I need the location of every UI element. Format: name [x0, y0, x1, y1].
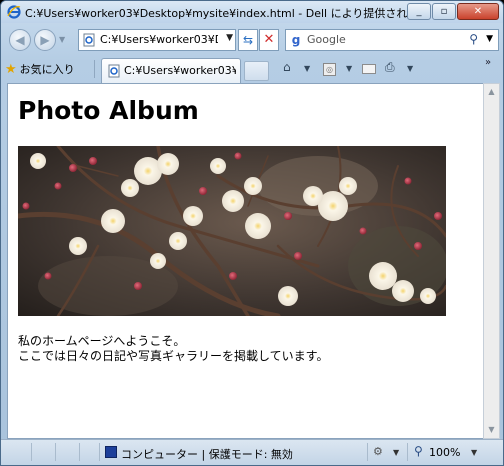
scroll-down-icon[interactable]: ▼: [484, 422, 499, 438]
page-icon: [83, 33, 95, 47]
back-arrow-icon: ◀: [15, 33, 25, 47]
search-options-dropdown[interactable]: ▼: [486, 34, 493, 44]
home-icon[interactable]: ⌂: [283, 60, 291, 74]
title-bar: C:¥Users¥worker03¥Desktop¥mysite¥index.h…: [1, 1, 503, 23]
search-icon[interactable]: ⚲: [469, 32, 478, 46]
zoom-level[interactable]: 100%: [429, 446, 460, 459]
window-controls: _ ▫ ✕: [406, 3, 499, 20]
stop-button[interactable]: ✕: [259, 29, 279, 51]
feeds-icon[interactable]: ◎: [323, 63, 336, 76]
status-divider: [31, 443, 32, 461]
minimize-button[interactable]: _: [407, 3, 431, 20]
status-divider: [79, 443, 80, 461]
status-divider: [367, 443, 368, 461]
tab-bar: ★ お気に入り C:¥Users¥worker03¥... ⌂ ▼ ◎ ▼ ⎙ …: [1, 55, 503, 83]
vertical-scrollbar[interactable]: ▲ ▼: [483, 83, 500, 439]
favorites-star-icon: ★: [5, 61, 17, 77]
back-button[interactable]: ◀: [9, 29, 31, 51]
window-title: C:¥Users¥worker03¥Desktop¥mysite¥index.h…: [25, 7, 415, 20]
plum-blossom-photo: [18, 146, 446, 316]
mail-icon[interactable]: [362, 64, 376, 74]
feeds-dropdown-icon[interactable]: ▼: [346, 64, 352, 73]
computer-zone-icon: [105, 446, 117, 458]
tab-current-page[interactable]: C:¥Users¥worker03¥...: [101, 58, 241, 83]
navigation-bar: ◀ ▶ ▼ C:¥Users¥worker03¥De ▼ ⇆ ✕ g Googl…: [1, 23, 503, 55]
page-icon: [108, 64, 120, 78]
tab-label: C:¥Users¥worker03¥...: [124, 64, 236, 77]
zoom-icon[interactable]: ⚲: [414, 444, 423, 458]
toolbar-overflow-icon[interactable]: »: [485, 57, 491, 68]
home-dropdown-icon[interactable]: ▼: [304, 64, 310, 73]
stop-icon: ✕: [263, 32, 275, 47]
forward-button[interactable]: ▶: [34, 29, 56, 51]
google-icon: g: [289, 33, 303, 47]
scroll-up-icon[interactable]: ▲: [484, 84, 499, 100]
search-box[interactable]: g Google ⚲ ▼: [285, 29, 499, 51]
forward-arrow-icon: ▶: [40, 33, 50, 47]
status-divider: [407, 443, 408, 461]
new-tab-button[interactable]: [244, 61, 269, 81]
protected-mode-dropdown-icon[interactable]: ▼: [393, 448, 399, 457]
refresh-icon: ⇆: [242, 33, 254, 47]
intro-line-2: ここでは日々の日記や写真ギャラリーを掲載しています。: [18, 349, 329, 363]
page-title: Photo Album: [18, 96, 199, 125]
intro-text: 私のホームページへようこそ。 ここでは日々の日記や写真ギャラリーを掲載しています…: [18, 334, 328, 364]
search-input[interactable]: Google: [307, 33, 346, 46]
browser-window: C:¥Users¥worker03¥Desktop¥mysite¥index.h…: [0, 0, 504, 466]
security-zone-text[interactable]: コンピューター | 保護モード: 無効: [121, 446, 293, 462]
plum-blossom-image: [18, 146, 446, 316]
page-viewport: Photo Album 私のホームページへようこそ。 ここでは日々の日記や写真ギ…: [7, 83, 484, 439]
intro-line-1: 私のホームページへようこそ。: [18, 334, 186, 348]
toolbar-divider: [94, 60, 95, 78]
refresh-button[interactable]: ⇆: [238, 29, 258, 51]
protected-mode-icon[interactable]: ⚙: [373, 445, 383, 458]
address-bar[interactable]: C:¥Users¥worker03¥De ▼: [78, 29, 236, 51]
status-bar: コンピューター | 保護モード: 無効 ⚙ ▼ ⚲ 100% ▼: [1, 439, 503, 465]
favorites-label: お気に入り: [19, 63, 75, 76]
print-dropdown-icon[interactable]: ▼: [407, 64, 413, 73]
status-divider: [99, 443, 100, 461]
status-divider: [55, 443, 56, 461]
recent-pages-dropdown[interactable]: ▼: [59, 35, 65, 44]
address-input[interactable]: C:¥Users¥worker03¥De: [100, 33, 218, 46]
address-dropdown-icon[interactable]: ▼: [226, 33, 233, 43]
close-button[interactable]: ✕: [457, 3, 499, 20]
ie-logo-icon: [7, 5, 21, 19]
maximize-button[interactable]: ▫: [432, 3, 456, 20]
print-icon[interactable]: ⎙: [385, 60, 395, 75]
favorites-button[interactable]: ★ お気に入り: [5, 59, 75, 79]
zoom-dropdown-icon[interactable]: ▼: [471, 448, 477, 457]
